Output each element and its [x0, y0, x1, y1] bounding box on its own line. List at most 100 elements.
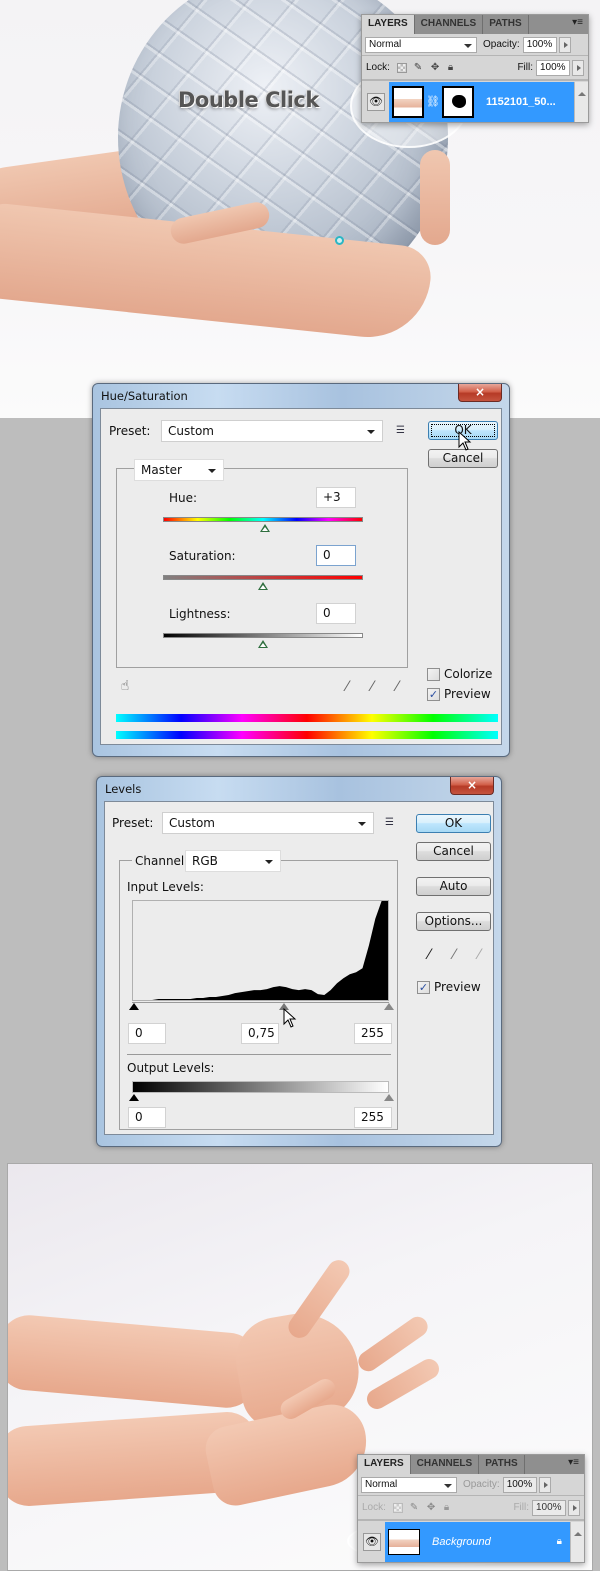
eyedropper-icon[interactable]: ⁄ — [339, 679, 355, 695]
range-select[interactable]: Master — [134, 459, 224, 481]
hue-slider-track[interactable] — [163, 517, 363, 522]
close-icon: × — [466, 778, 478, 792]
tab-paths[interactable]: PATHS — [483, 15, 529, 34]
layer-thumbnail[interactable] — [392, 85, 424, 118]
layer-name[interactable]: Background — [432, 1536, 557, 1548]
preset-options-icon[interactable]: ☰ — [396, 426, 408, 436]
close-button[interactable]: × — [458, 384, 502, 402]
preview-checkbox[interactable]: ✓ — [427, 688, 440, 701]
fill-label: Fill: — [513, 1502, 529, 1513]
fill-slider-button[interactable] — [572, 59, 584, 76]
tab-channels[interactable]: CHANNELS — [411, 1455, 480, 1474]
lock-transparency-icon[interactable] — [396, 62, 407, 73]
gray-point-eyedropper-icon[interactable]: ⁄ — [446, 947, 462, 963]
lock-brush-icon[interactable]: ✎ — [414, 62, 424, 73]
eyedropper-minus-icon[interactable]: ⁄ — [389, 679, 405, 695]
output-gradient-bar — [132, 1081, 389, 1093]
layer-name[interactable]: 1152101_50... — [486, 96, 556, 108]
hue-saturation-dialog: Hue/Saturation × Preset: Custom ☰ OK Can… — [92, 383, 510, 757]
preview-checkbox[interactable]: ✓ — [417, 981, 430, 994]
divider — [127, 1054, 391, 1055]
input-slider-track[interactable] — [132, 1002, 389, 1003]
close-button[interactable]: × — [450, 777, 494, 795]
lock-transparency-icon[interactable] — [392, 1502, 403, 1513]
lightness-slider-track[interactable] — [163, 633, 363, 638]
hue-slider-thumb[interactable] — [260, 524, 270, 532]
preset-label: Preset: — [112, 816, 154, 830]
lightness-slider-thumb[interactable] — [258, 640, 268, 648]
eyedropper-plus-icon[interactable]: ⁄ — [364, 679, 380, 695]
input-black-field[interactable]: 0 — [128, 1023, 166, 1044]
mouse-cursor-icon — [458, 431, 472, 451]
right-fingers — [420, 150, 450, 245]
scrollbar[interactable] — [570, 1521, 584, 1562]
layer-lock-icon: 🔒︎ — [556, 1536, 562, 1547]
input-white-field[interactable]: 255 — [354, 1023, 392, 1044]
source-color-bar — [116, 714, 498, 722]
white-point-eyedropper-icon[interactable]: ⁄ — [471, 947, 487, 963]
channel-label: Channel: — [132, 854, 192, 868]
output-white-field[interactable]: 255 — [354, 1107, 392, 1128]
layer-thumbnail[interactable] — [388, 1528, 420, 1555]
output-black-field[interactable]: 0 — [128, 1107, 166, 1128]
visibility-eye-icon[interactable]: 👁︎ — [363, 1532, 381, 1551]
panel-menu-icon[interactable]: ▾≡ — [572, 17, 583, 28]
opacity-input[interactable]: 100% — [522, 36, 557, 53]
double-click-annotation: Double Click — [178, 88, 319, 112]
colorize-checkbox[interactable] — [427, 668, 440, 681]
layer-row[interactable]: 👁︎ ⛓ 1152101_50... — [362, 80, 588, 122]
input-gamma-field[interactable]: 0,75 — [241, 1023, 279, 1044]
layers-panel: LAYERS CHANNELS PATHS ▾≡ Normal Opacity:… — [357, 1454, 585, 1563]
mouse-cursor-icon — [283, 1008, 297, 1028]
opacity-input[interactable]: 100% — [502, 1476, 537, 1493]
opacity-slider-button[interactable] — [558, 36, 571, 53]
opacity-slider-button[interactable] — [538, 1476, 551, 1493]
input-white-thumb[interactable] — [384, 1003, 394, 1010]
output-white-thumb[interactable] — [384, 1094, 394, 1101]
lock-move-icon[interactable]: ✥ — [431, 62, 441, 73]
lightness-input[interactable]: 0 — [316, 603, 356, 624]
layer-mask-thumbnail[interactable] — [441, 85, 474, 118]
layer-row[interactable]: 👁︎ Background 🔒︎ — [358, 1520, 584, 1562]
saturation-slider-track[interactable] — [163, 575, 363, 580]
saturation-slider-thumb[interactable] — [258, 582, 268, 590]
adjustment-group — [116, 468, 408, 668]
tab-paths[interactable]: PATHS — [479, 1455, 525, 1474]
hue-label: Hue: — [169, 491, 198, 505]
tab-layers[interactable]: LAYERS — [362, 15, 415, 34]
options-button[interactable]: Options... — [416, 912, 491, 931]
visibility-eye-icon[interactable]: 👁︎ — [367, 92, 385, 111]
black-point-eyedropper-icon[interactable]: ⁄ — [421, 947, 437, 963]
blend-mode-select[interactable]: Normal — [361, 1476, 457, 1493]
lock-all-icon[interactable]: 🔒︎ — [444, 1502, 454, 1513]
layers-panel: LAYERS CHANNELS PATHS ▾≡ Normal Opacity:… — [361, 14, 589, 123]
lock-brush-icon[interactable]: ✎ — [410, 1502, 420, 1513]
cancel-button[interactable]: Cancel — [416, 842, 491, 861]
hue-input[interactable]: +3 — [316, 487, 356, 508]
lock-all-icon[interactable]: 🔒︎ — [448, 62, 458, 73]
channel-select[interactable]: RGB — [185, 850, 281, 872]
ok-button[interactable]: OK — [416, 814, 491, 833]
blend-mode-select[interactable]: Normal — [365, 36, 477, 53]
input-black-thumb[interactable] — [129, 1003, 139, 1010]
fill-slider-button[interactable] — [568, 1499, 580, 1516]
fill-input[interactable]: 100% — [532, 1499, 566, 1516]
panel-menu-icon[interactable]: ▾≡ — [568, 1457, 579, 1468]
fill-input[interactable]: 100% — [536, 59, 570, 76]
preset-select[interactable]: Custom — [161, 420, 383, 442]
cancel-button[interactable]: Cancel — [428, 449, 498, 468]
targeted-adjustment-hand-icon[interactable]: ☝︎ — [117, 678, 133, 694]
dialog-title: Hue/Saturation — [101, 389, 188, 403]
output-black-thumb[interactable] — [129, 1094, 139, 1101]
histogram — [132, 900, 389, 1001]
tab-channels[interactable]: CHANNELS — [415, 15, 484, 34]
preset-select[interactable]: Custom — [162, 812, 374, 834]
tab-layers[interactable]: LAYERS — [358, 1455, 411, 1474]
scrollbar[interactable] — [574, 81, 588, 122]
auto-button[interactable]: Auto — [416, 877, 491, 896]
lock-label: Lock: — [366, 62, 390, 73]
fill-label: Fill: — [517, 62, 533, 73]
preset-options-icon[interactable]: ☰ — [385, 818, 397, 828]
saturation-input[interactable]: 0 — [316, 545, 356, 566]
lock-move-icon[interactable]: ✥ — [427, 1502, 437, 1513]
